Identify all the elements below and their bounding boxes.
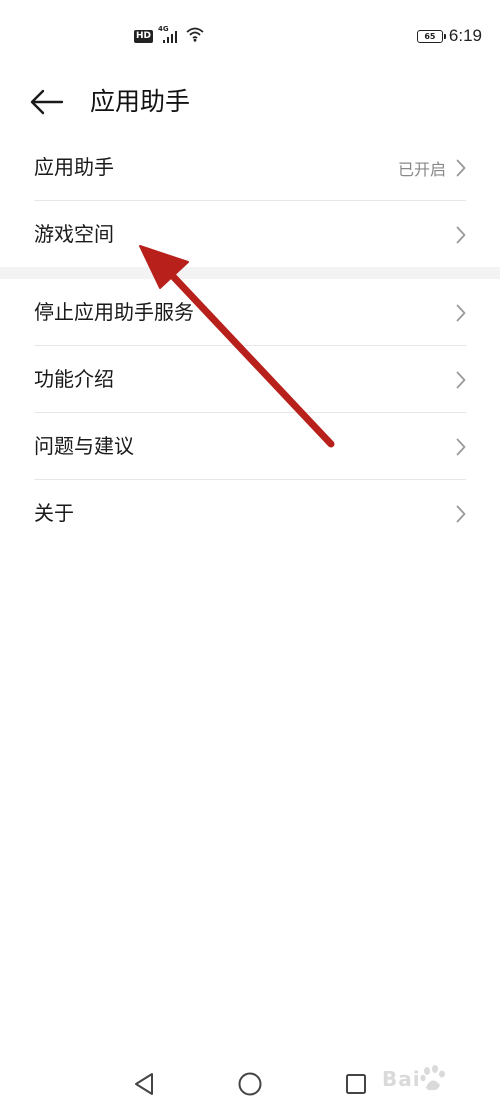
section-divider <box>0 267 500 279</box>
status-bar: HD 4G 65 6:19 <box>0 0 500 72</box>
watermark: Bai <box>374 1057 494 1107</box>
battery-level: 65 <box>424 31 436 41</box>
chevron-right-icon <box>456 304 466 321</box>
list-item-about[interactable]: 关于 <box>0 480 500 547</box>
back-button[interactable] <box>30 82 70 122</box>
status-icons-left: HD 4G <box>134 25 205 46</box>
square-recent-icon <box>346 1074 366 1094</box>
chevron-right-icon <box>456 371 466 388</box>
list-item-stop-service[interactable]: 停止应用助手服务 <box>0 279 500 346</box>
list-item-label: 停止应用助手服务 <box>34 300 194 324</box>
circle-home-icon <box>238 1072 262 1096</box>
list-item-label: 游戏空间 <box>34 222 114 246</box>
battery-icon: 65 <box>416 29 446 43</box>
list-item-feedback[interactable]: 问题与建议 <box>0 413 500 480</box>
triangle-back-icon <box>135 1073 153 1095</box>
arrow-left-icon <box>30 89 64 115</box>
nav-home-button[interactable] <box>237 1071 263 1097</box>
chevron-right-icon <box>456 226 466 243</box>
list-item-label: 应用助手 <box>34 155 114 179</box>
chevron-right-icon <box>456 159 466 176</box>
nav-recent-button[interactable] <box>343 1071 369 1097</box>
page-title: 应用助手 <box>90 87 191 116</box>
nav-back-button[interactable] <box>131 1071 157 1097</box>
settings-list-secondary: 停止应用助手服务 功能介绍 问题与建议 关于 <box>0 279 500 547</box>
paw-logo-icon <box>420 1065 445 1091</box>
wifi-icon <box>185 26 205 46</box>
status-icons-right: 65 6:19 <box>416 26 482 46</box>
settings-list-primary: 应用助手 已开启 游戏空间 <box>0 134 500 268</box>
app-header: 应用助手 <box>0 72 500 132</box>
status-text: 已开启 <box>397 159 446 179</box>
chevron-right-icon <box>456 505 466 522</box>
list-item-feature-intro[interactable]: 功能介绍 <box>0 346 500 413</box>
chevron-right-icon <box>456 438 466 455</box>
watermark-text: Bai <box>382 1067 421 1091</box>
list-item-label: 关于 <box>34 501 74 525</box>
list-item-game-space[interactable]: 游戏空间 <box>0 201 500 268</box>
cellular-signal-icon: 4G <box>158 25 180 45</box>
hd-badge: HD <box>134 29 154 43</box>
list-item-label: 功能介绍 <box>34 367 114 391</box>
list-item-label: 问题与建议 <box>34 434 134 458</box>
list-item-app-assistant[interactable]: 应用助手 已开启 <box>0 134 500 201</box>
status-time: 6:19 <box>448 26 482 45</box>
